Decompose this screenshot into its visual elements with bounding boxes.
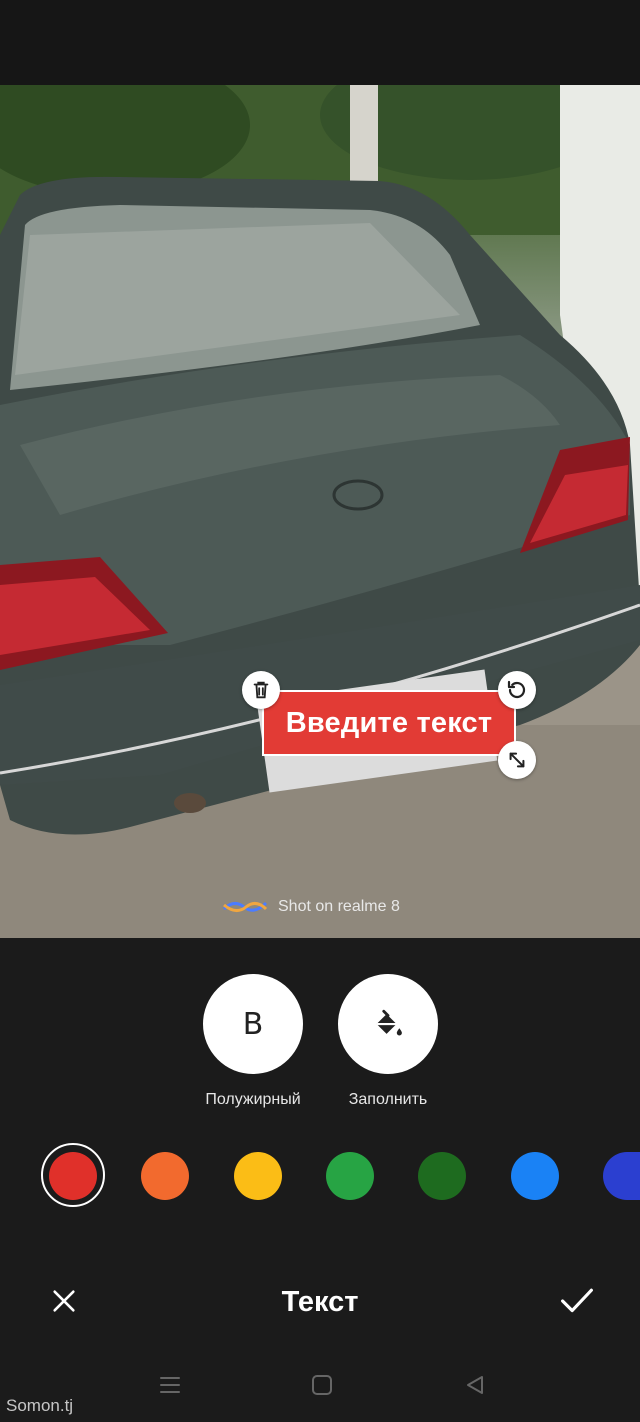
back-icon [467, 1376, 483, 1394]
color-swatch-4[interactable] [326, 1152, 374, 1200]
fill-button[interactable] [338, 974, 438, 1074]
top-bar [0, 0, 640, 85]
camera-watermark: Shot on realme 8 [222, 893, 400, 921]
check-icon [561, 1288, 593, 1313]
color-swatch-3[interactable] [234, 1152, 282, 1200]
menu-icon [160, 1377, 180, 1393]
nav-menu-button[interactable] [155, 1370, 185, 1400]
close-button[interactable] [42, 1279, 86, 1323]
color-swatch-2[interactable] [141, 1152, 189, 1200]
color-swatch-6[interactable] [511, 1152, 559, 1200]
resize-icon [509, 752, 525, 768]
confirm-button[interactable] [555, 1279, 599, 1323]
rotate-icon [507, 680, 526, 699]
color-swatch-1[interactable] [49, 1152, 97, 1200]
bold-button[interactable]: B [203, 974, 303, 1074]
fill-label: Заполнить [348, 1091, 428, 1108]
bold-icon: B [242, 1006, 264, 1042]
trash-icon [253, 681, 269, 699]
site-watermark: Somon.tj [6, 1396, 74, 1415]
paint-bucket-icon [376, 1009, 402, 1036]
action-bar: Текст [0, 1262, 640, 1342]
car-photo [0, 85, 640, 938]
sticker-text[interactable]: Введите текст [286, 707, 493, 740]
color-swatch-5[interactable] [418, 1152, 466, 1200]
close-icon [53, 1290, 75, 1312]
nav-home-button[interactable] [307, 1370, 337, 1400]
screen: Shot on realme 8 Введите текст B Полужир… [0, 0, 640, 1422]
text-sticker[interactable]: Введите текст [262, 690, 516, 756]
camera-watermark-text: Shot on realme 8 [278, 898, 400, 915]
camera-brand-logo [222, 901, 268, 912]
action-title: Текст [281, 1286, 359, 1318]
home-icon [312, 1375, 332, 1395]
color-swatch-7[interactable] [603, 1152, 640, 1200]
resize-sticker-button[interactable] [498, 741, 536, 779]
nav-back-button[interactable] [460, 1370, 490, 1400]
delete-sticker-button[interactable] [242, 671, 280, 709]
photo-canvas[interactable] [0, 85, 640, 938]
rotate-sticker-button[interactable] [498, 671, 536, 709]
